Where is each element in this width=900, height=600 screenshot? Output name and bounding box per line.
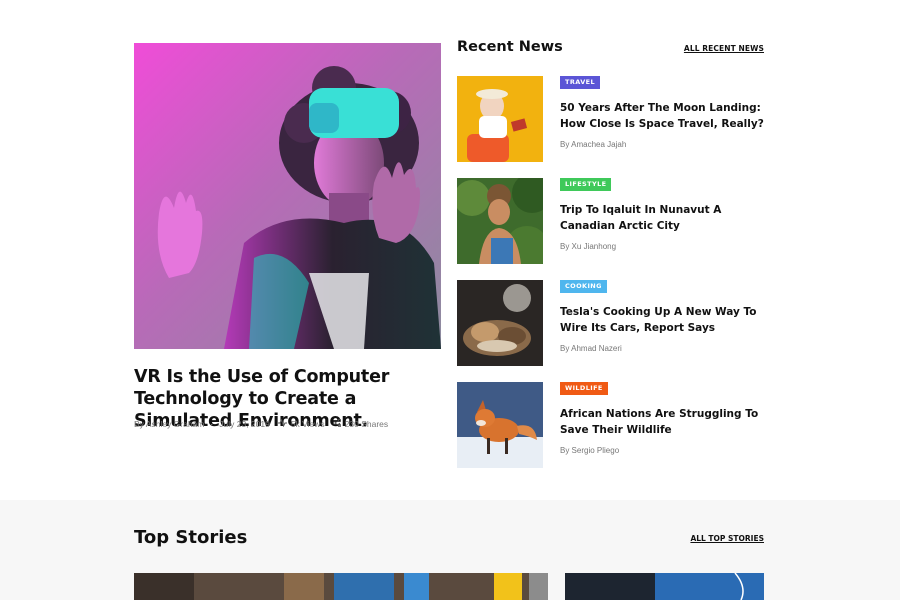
news-author[interactable]: By Amachea Jajah (560, 140, 626, 149)
meta-separator: · (210, 419, 214, 429)
category-badge[interactable]: WILDLIFE (560, 382, 608, 395)
featured-and-recent-section: VR Is the Use of Computer Technology to … (0, 0, 900, 500)
news-thumbnail[interactable] (457, 382, 543, 468)
activity-icon (277, 418, 287, 429)
top-story-image[interactable] (565, 573, 764, 600)
news-title[interactable]: African Nations Are Struggling To Save T… (560, 406, 766, 438)
share-icon (332, 418, 341, 429)
category-badge[interactable]: TRAVEL (560, 76, 601, 89)
news-author[interactable]: By Xu Jianhong (560, 242, 616, 251)
news-title[interactable]: Tesla's Cooking Up A New Way To Wire Its… (560, 304, 766, 336)
featured-article-meta: By Ashley Graham · July 23, 2019 5k View… (134, 418, 389, 429)
category-badge[interactable]: COOKING (560, 280, 607, 293)
news-thumbnail[interactable] (457, 178, 543, 264)
list-item[interactable]: LIFESTYLE Trip To Iqaluit In Nunavut A C… (457, 178, 767, 264)
featured-shares: 230 Shares (344, 419, 389, 429)
news-title[interactable]: 50 Years After The Moon Landing: How Clo… (560, 100, 766, 132)
category-badge[interactable]: LIFESTYLE (560, 178, 612, 191)
featured-author[interactable]: By Ashley Graham (134, 419, 204, 429)
news-author[interactable]: By Sergio Pliego (560, 446, 619, 455)
featured-article-image[interactable] (134, 43, 441, 349)
list-item[interactable]: WILDLIFE African Nations Are Struggling … (457, 382, 767, 468)
recent-news-heading: Recent News (457, 39, 563, 55)
news-author[interactable]: By Ahmad Nazeri (560, 344, 622, 353)
top-story-image[interactable] (134, 573, 548, 600)
top-stories-heading: Top Stories (134, 527, 248, 548)
list-item[interactable]: COOKING Tesla's Cooking Up A New Way To … (457, 280, 767, 366)
news-title[interactable]: Trip To Iqaluit In Nunavut A Canadian Ar… (560, 202, 766, 234)
news-thumbnail[interactable] (457, 76, 543, 162)
all-top-stories-link[interactable]: ALL TOP STORIES (690, 534, 764, 543)
list-item[interactable]: TRAVEL 50 Years After The Moon Landing: … (457, 76, 767, 162)
news-thumbnail[interactable] (457, 280, 543, 366)
all-recent-news-link[interactable]: ALL RECENT NEWS (684, 44, 764, 53)
featured-date: July 23, 2019 (219, 419, 270, 429)
featured-views: 5k Views (290, 419, 325, 429)
